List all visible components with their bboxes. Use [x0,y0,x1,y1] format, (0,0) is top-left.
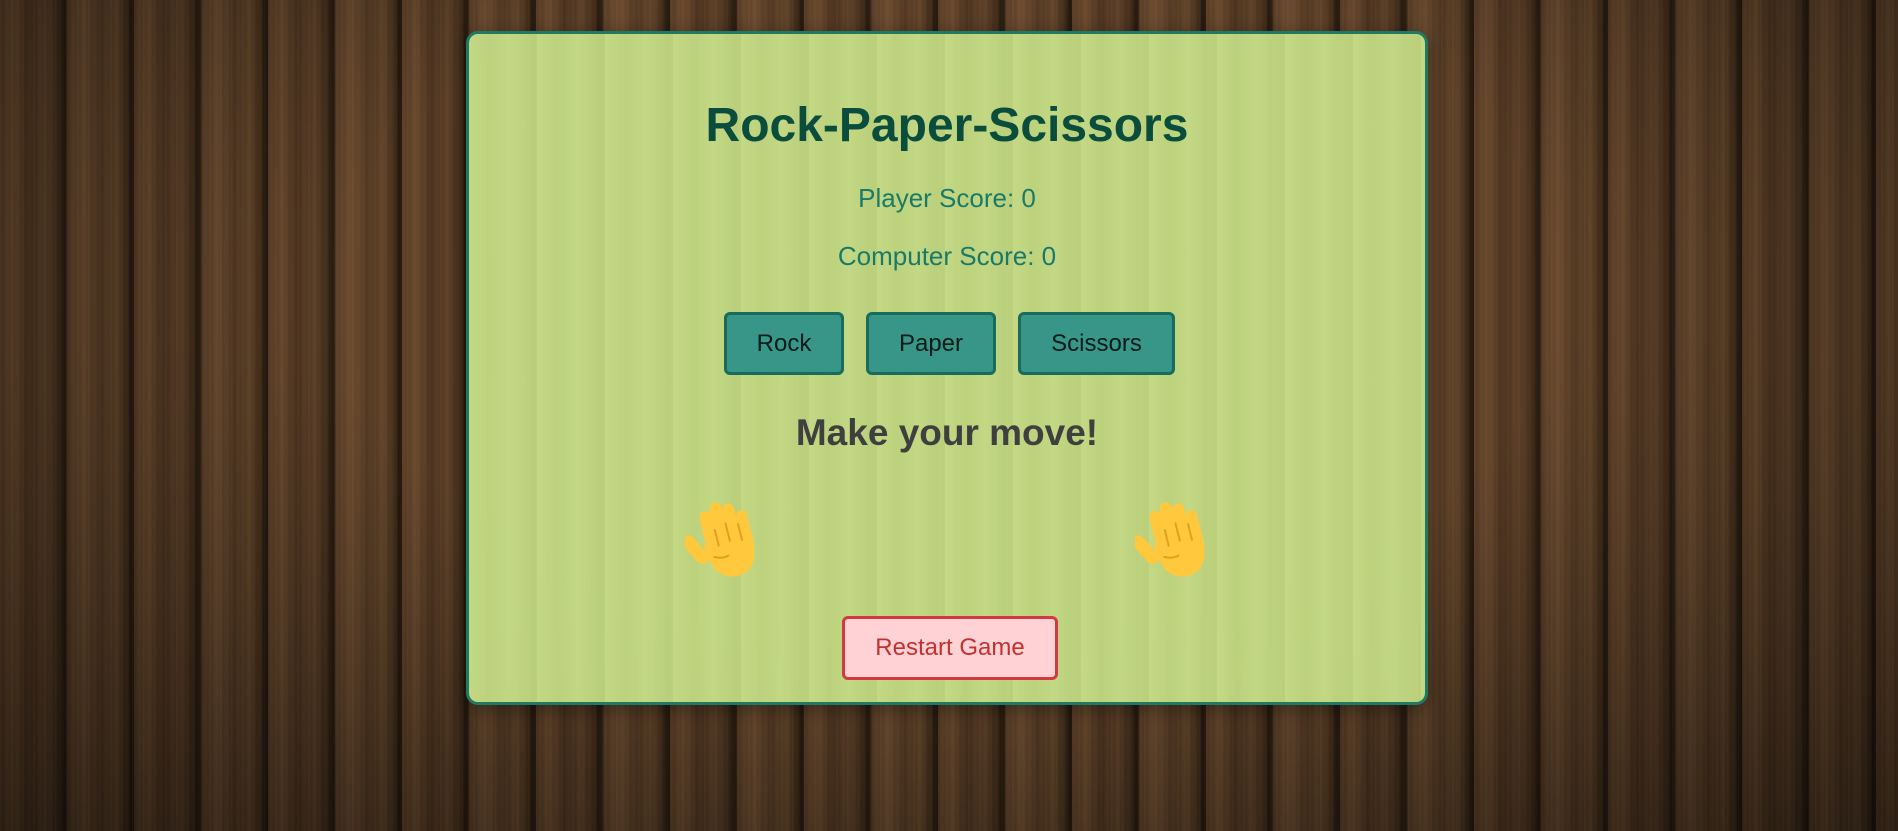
game-title: Rock-Paper-Scissors [705,99,1189,152]
restart-button[interactable]: Restart Game [842,616,1058,680]
computer-hand-icon [1131,498,1215,580]
player-score: Player Score: 0 [858,183,1036,213]
result-message: Make your move! [795,412,1099,453]
scissors-button[interactable]: Scissors [1018,312,1175,375]
player-hand-icon [681,498,765,580]
game-container: Rock-Paper-Scissors Player Score: 0 Comp… [466,31,1428,705]
computer-score: Computer Score: 0 [837,241,1057,271]
rock-button[interactable]: Rock [724,312,844,375]
paper-button[interactable]: Paper [866,312,996,375]
